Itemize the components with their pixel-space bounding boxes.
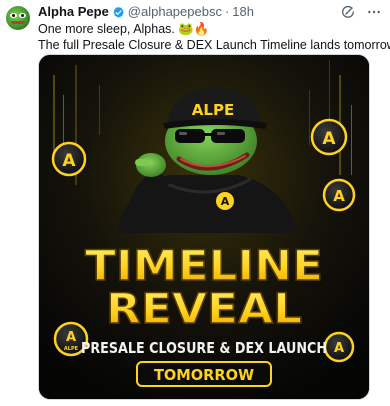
separator-dot: · <box>224 4 230 19</box>
tweet-media-image[interactable]: A A A A ALPE A A ALPE TIMELINE REVEAL PR… <box>38 54 370 400</box>
alpe-coin-icon: A <box>310 118 348 156</box>
more-options-icon[interactable] <box>366 4 382 20</box>
tweet-header: Alpha Pepe @alphapepebsc · 18h <box>38 4 382 20</box>
coin-letter: A <box>62 151 76 171</box>
title-line-1: TIMELINE <box>85 241 323 290</box>
tomorrow-badge-label: TOMORROW <box>154 366 254 384</box>
handle[interactable]: @alphapepebsc <box>128 4 222 20</box>
coin-letter: A <box>66 330 76 345</box>
alpe-coin-icon: A <box>323 331 355 363</box>
avatar-mouth <box>11 21 25 24</box>
sunglasses <box>175 129 205 143</box>
timestamp[interactable]: 18h <box>232 4 254 20</box>
verified-badge-icon <box>112 6 125 19</box>
avatar-eye <box>10 13 17 18</box>
alpe-coin-icon: A <box>51 141 87 177</box>
tweet-text-line: One more sleep, Alphas. 🐸🔥 <box>38 22 210 36</box>
image-subtitle: PRESALE CLOSURE & DEX LAUNCH <box>81 339 327 357</box>
coin-letter: A <box>334 341 344 356</box>
tomorrow-badge: TOMORROW <box>136 361 272 387</box>
coin-label: ALPE <box>64 346 79 352</box>
tweet-text: One more sleep, Alphas. 🐸🔥 The full Pres… <box>38 21 390 53</box>
tweet-text-line: The full Presale Closure & DEX Launch Ti… <box>38 38 390 52</box>
image-title: TIMELINE REVEAL <box>84 240 324 334</box>
grok-icon[interactable] <box>340 4 356 20</box>
alpe-coin-icon: A <box>322 178 356 212</box>
coin-letter: A <box>322 129 336 149</box>
avatar[interactable] <box>6 6 30 30</box>
coin-letter: A <box>333 187 345 205</box>
cap-label: ALPE <box>192 101 234 119</box>
display-name[interactable]: Alpha Pepe <box>38 4 109 20</box>
avatar-eye <box>19 13 26 18</box>
title-line-2: REVEAL <box>106 284 302 333</box>
hoodie-badge-letter: A <box>221 195 230 208</box>
